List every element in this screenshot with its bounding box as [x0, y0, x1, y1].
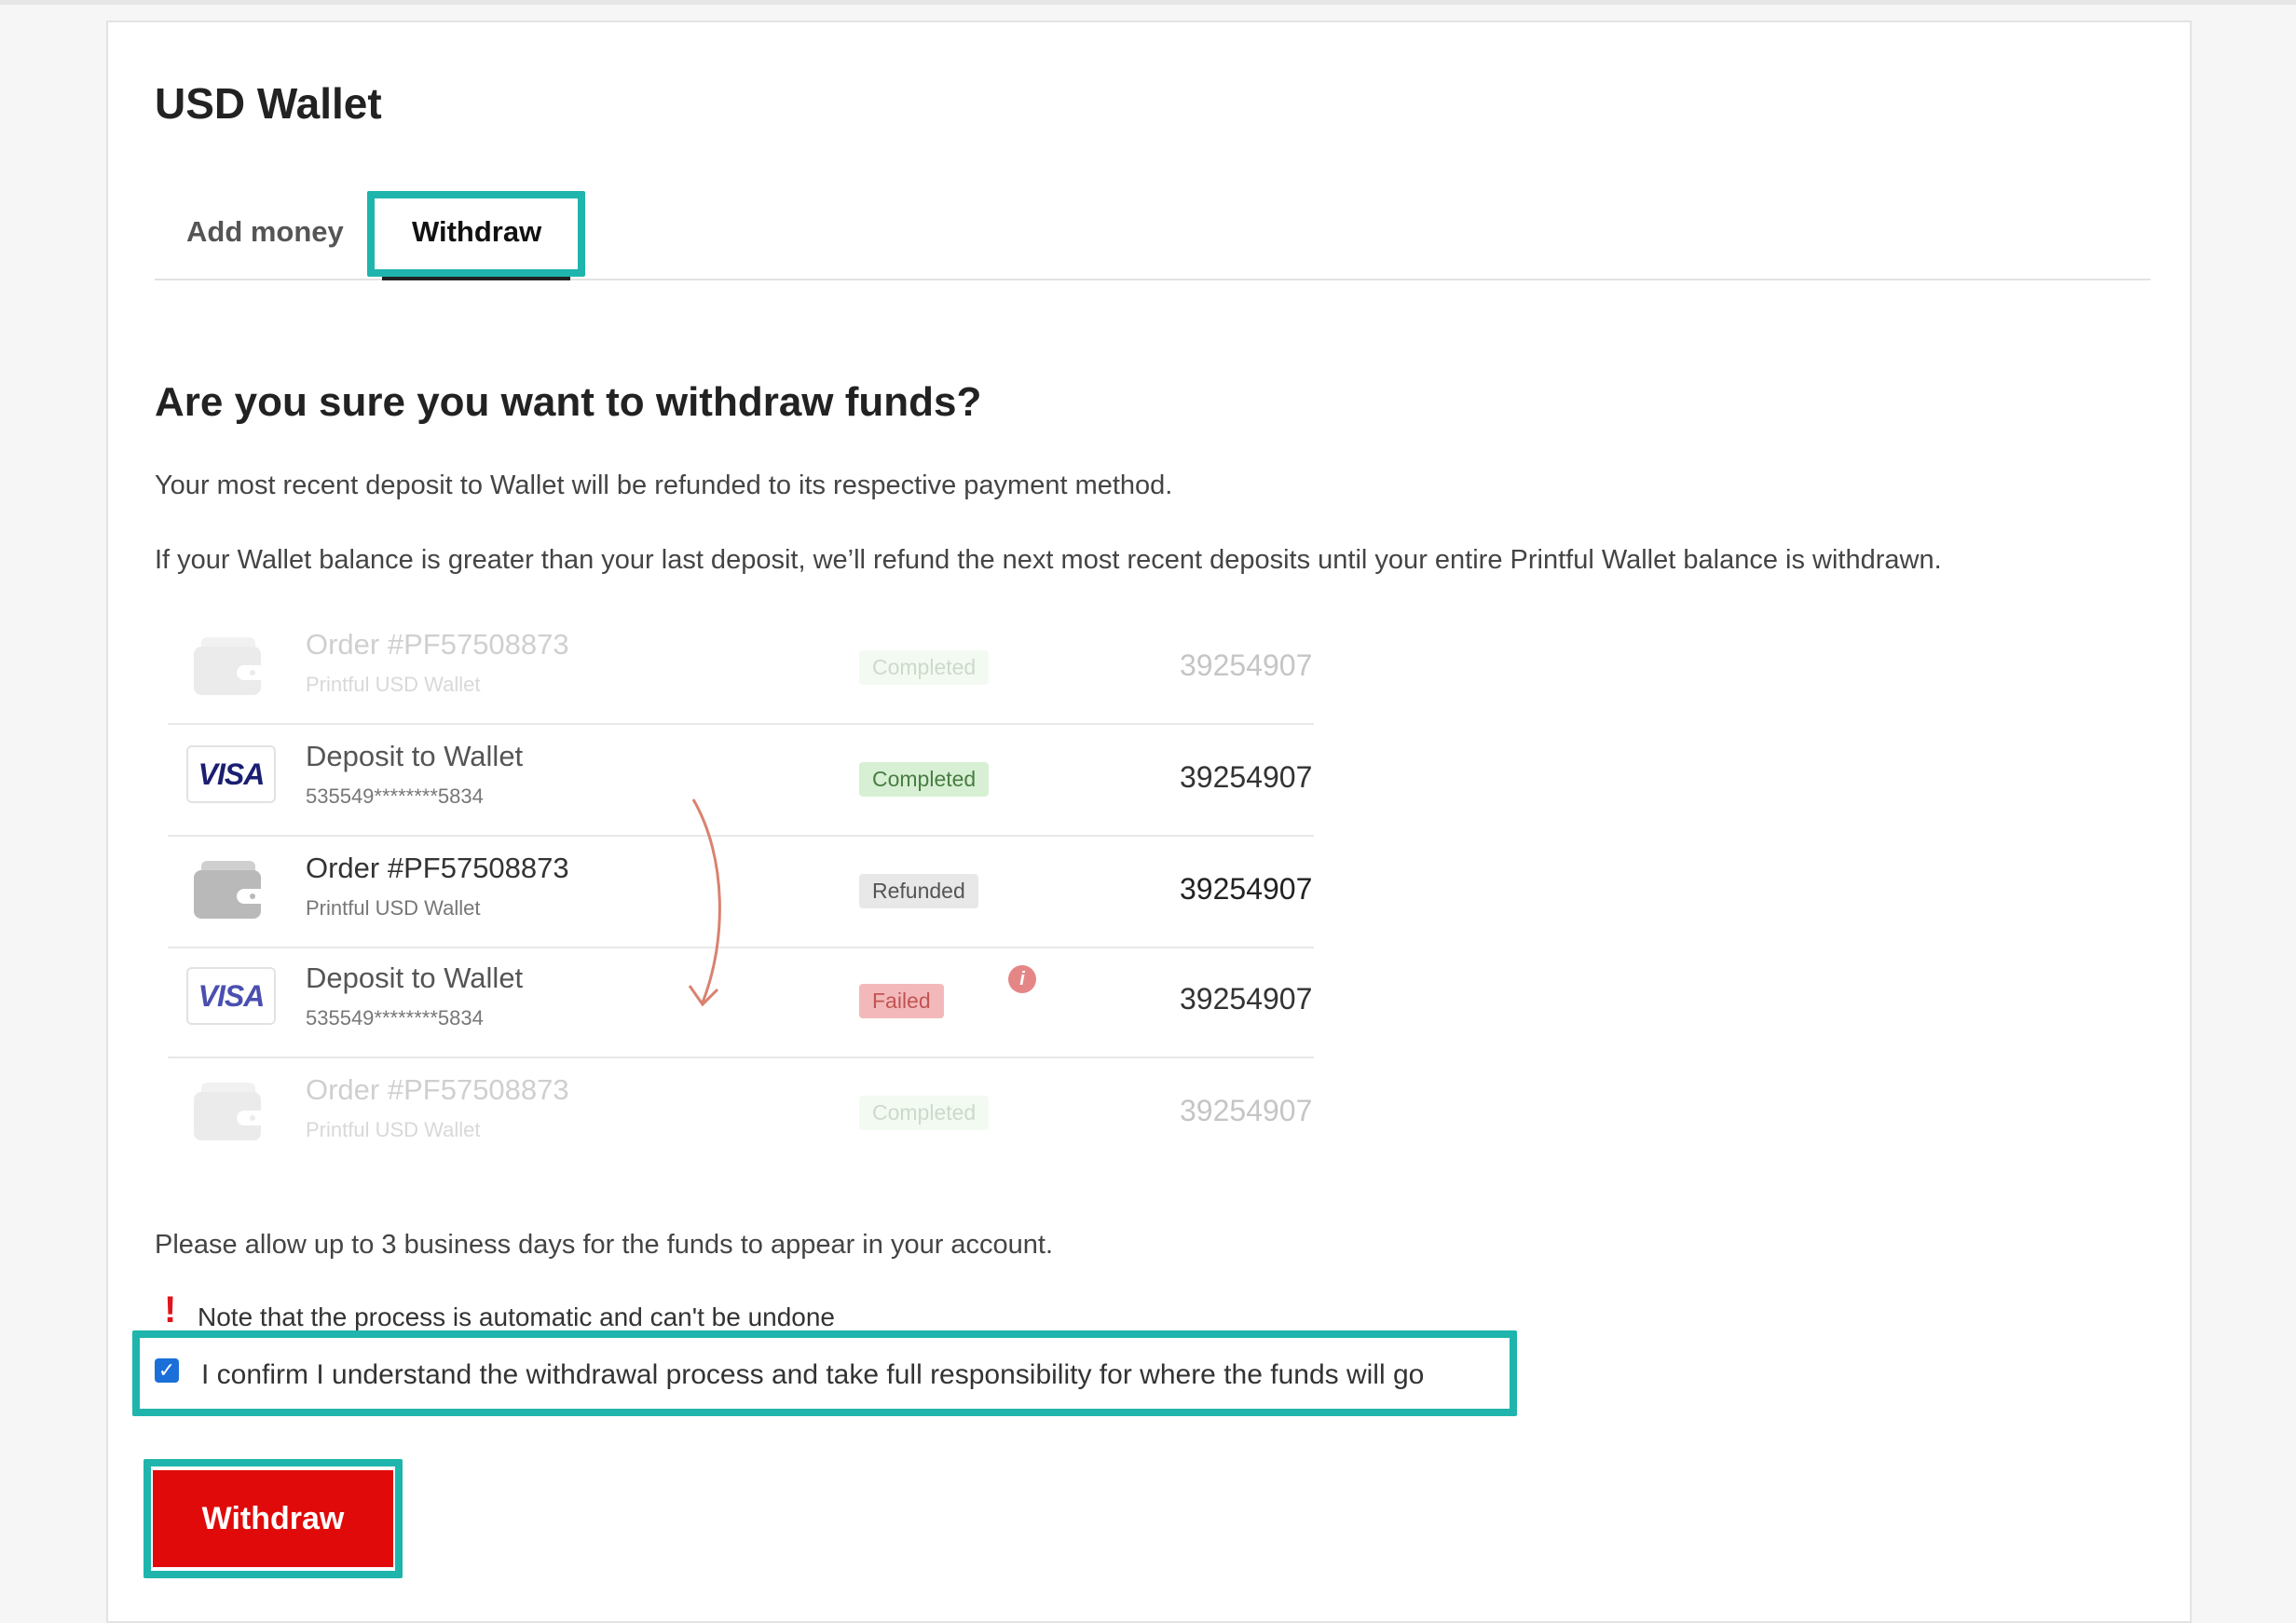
- row-divider: [168, 1057, 1314, 1058]
- info-icon: i: [1008, 965, 1036, 993]
- page-title: USD Wallet: [155, 79, 382, 128]
- transaction-amount: 39254907: [1180, 1094, 1313, 1127]
- transaction-source: Printful USD Wallet: [306, 1118, 481, 1141]
- status-badge: Failed: [859, 984, 944, 1018]
- refund-flow-arrow-icon: [688, 798, 721, 1007]
- section-heading: Are you sure you want to withdraw funds?: [155, 379, 982, 425]
- transaction-amount: 39254907: [1180, 982, 1313, 1016]
- transaction-source: 535549********5834: [306, 1006, 484, 1030]
- wallet-icon: [194, 1083, 261, 1140]
- transaction-name: Order #PF57508873: [306, 852, 569, 884]
- status-badge: Refunded: [859, 874, 978, 908]
- confirm-label[interactable]: I confirm I understand the withdrawal pr…: [201, 1359, 1424, 1391]
- transaction-name: Deposit to Wallet: [306, 740, 524, 772]
- transaction-row: Order #PF57508873 Printful USD Wallet Co…: [168, 1060, 1314, 1170]
- status-badge: Completed: [859, 762, 990, 797]
- transaction-source: 535549********5834: [306, 784, 484, 808]
- confirm-checkbox[interactable]: ✓: [155, 1358, 179, 1383]
- transaction-name: Order #PF57508873: [306, 1073, 569, 1106]
- wallet-card: USD Wallet Add money Withdraw Are you su…: [106, 20, 2192, 1623]
- withdraw-button[interactable]: Withdraw: [153, 1470, 393, 1567]
- warning-icon: !: [164, 1289, 177, 1330]
- wallet-icon: [194, 861, 261, 919]
- highlight-withdraw-tab: [367, 191, 585, 277]
- transaction-name: Deposit to Wallet: [306, 962, 524, 994]
- visa-icon: VISA: [186, 745, 276, 803]
- tab-add-money[interactable]: Add money: [186, 215, 344, 249]
- balance-info-text: If your Wallet balance is greater than y…: [155, 545, 1942, 575]
- transaction-source: Printful USD Wallet: [306, 896, 481, 920]
- visa-icon: VISA: [186, 967, 276, 1025]
- status-badge: Completed: [859, 1096, 990, 1130]
- transaction-amount: 39254907: [1180, 872, 1313, 906]
- page-top-border: [0, 0, 2296, 5]
- refund-info-text: Your most recent deposit to Wallet will …: [155, 471, 1173, 500]
- warning-text: Note that the process is automatic and c…: [198, 1302, 836, 1331]
- transaction-amount: 39254907: [1180, 760, 1313, 794]
- transactions-illustration: Order #PF57508873 Printful USD Wallet Co…: [168, 615, 1314, 1174]
- row-divider: [168, 723, 1314, 725]
- processing-time-note: Please allow up to 3 business days for t…: [155, 1230, 1054, 1260]
